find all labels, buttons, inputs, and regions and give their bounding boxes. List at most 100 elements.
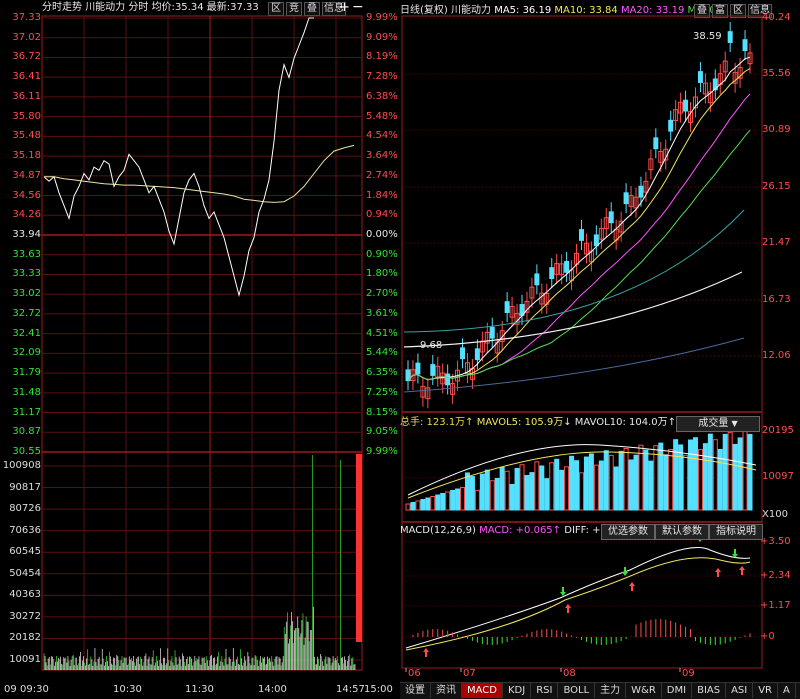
indicator-tab-bar: 设置 资讯 MACD KDJ RSI BOLL 主力 W&R DMI BIAS ASI VR A bbox=[400, 682, 800, 699]
tab-vr[interactable]: VR bbox=[753, 683, 779, 698]
tab-rsi[interactable]: RSI bbox=[531, 683, 559, 698]
daily-volume-bar bbox=[509, 483, 515, 511]
daily-volume-bar bbox=[692, 437, 698, 511]
daily-volume-bar bbox=[484, 469, 490, 511]
percent-tick-label: 7.25% bbox=[366, 386, 398, 398]
percent-tick-label: 8.19% bbox=[366, 51, 398, 63]
volume-tick-label: 80726 bbox=[9, 503, 41, 515]
candle-body bbox=[593, 234, 599, 247]
daily-volume-bar bbox=[410, 502, 416, 511]
price-tick-label: 35.48 bbox=[12, 130, 41, 142]
price-tick-label: 36.72 bbox=[12, 51, 41, 63]
daily-high-annotation: 38.59 bbox=[693, 31, 722, 42]
tab-kdj[interactable]: KDJ bbox=[503, 683, 532, 698]
macd-tick-label: +2.34 bbox=[760, 570, 791, 581]
daily-volume-tick-label: 10097 bbox=[762, 471, 794, 482]
price-tick-label: 37.33 bbox=[12, 12, 41, 23]
percent-tick-label: 9.99% bbox=[366, 446, 398, 457]
daily-volume-bar bbox=[499, 466, 505, 511]
daily-volume-bar bbox=[569, 455, 575, 511]
price-tick-label: 30.55 bbox=[12, 446, 41, 457]
daily-volume-bar bbox=[519, 464, 525, 511]
volume-select-label: 成交量 bbox=[698, 418, 729, 429]
daily-volume-bar bbox=[683, 454, 689, 511]
candle-body bbox=[623, 192, 629, 205]
default-params-button[interactable]: 默认参数 bbox=[655, 524, 709, 540]
daily-chart[interactable] bbox=[400, 0, 800, 682]
signal-arrow-icon bbox=[715, 568, 721, 572]
percent-tick-label: 9.99% bbox=[366, 12, 398, 23]
daily-volume-bar bbox=[529, 472, 535, 511]
volume-tick-label: 40363 bbox=[9, 589, 41, 601]
daily-volume-bar bbox=[613, 466, 619, 511]
percent-tick-label: 1.84% bbox=[366, 189, 398, 201]
tab-boll[interactable]: BOLL bbox=[558, 683, 596, 698]
daily-price-tick-label: 21.47 bbox=[762, 237, 791, 248]
volume-tick-label: 20182 bbox=[9, 632, 41, 644]
tab-main-force[interactable]: 主力 bbox=[595, 683, 627, 698]
daily-volume-bar bbox=[549, 462, 555, 511]
indicator-help-button[interactable]: 指标说明 bbox=[709, 524, 763, 540]
daily-volume-bar bbox=[727, 431, 733, 511]
daily-volume-bar bbox=[415, 500, 421, 511]
percent-tick-label: 0.00% bbox=[366, 229, 398, 240]
tab-macd[interactable]: MACD bbox=[462, 683, 503, 698]
tab-wr[interactable]: W&R bbox=[626, 683, 662, 698]
average-price-line bbox=[44, 144, 355, 203]
percent-tick-label: 8.15% bbox=[366, 406, 398, 418]
ma10-line bbox=[407, 68, 751, 382]
tab-asi[interactable]: ASI bbox=[726, 683, 754, 698]
candle-body bbox=[742, 39, 748, 52]
time-tick-label: 15:00 bbox=[364, 684, 393, 695]
month-tick-label: 08 bbox=[563, 668, 576, 679]
daily-volume-bar bbox=[623, 448, 629, 511]
price-tick-label: 33.63 bbox=[12, 248, 41, 260]
price-tick-label: 33.02 bbox=[12, 288, 41, 300]
volume-indicator-select[interactable]: 成交量 ▼ bbox=[676, 416, 760, 432]
percent-tick-label: 4.51% bbox=[366, 327, 398, 339]
daily-volume-bar bbox=[524, 475, 530, 511]
volume-tick-label: 50454 bbox=[9, 567, 41, 579]
month-tick-label: 07 bbox=[463, 668, 476, 679]
tab-a[interactable]: A bbox=[778, 683, 796, 698]
volume-tick-label: 60545 bbox=[9, 546, 41, 558]
daily-volume-bar bbox=[678, 444, 684, 511]
daily-volume-bar bbox=[405, 503, 411, 511]
candle-body bbox=[549, 267, 555, 280]
daily-price-tick-label: 35.56 bbox=[762, 68, 791, 79]
optimized-params-button[interactable]: 优选参数 bbox=[601, 524, 655, 540]
tab-settings[interactable]: 设置 bbox=[400, 683, 431, 698]
percent-tick-label: 0.94% bbox=[366, 209, 398, 221]
daily-volume-bar bbox=[742, 428, 748, 511]
time-tick-label: 14:00 bbox=[258, 684, 287, 695]
percent-tick-label: 7.28% bbox=[366, 71, 398, 83]
month-tick-label: 06 bbox=[408, 668, 421, 679]
tab-bias[interactable]: BIAS bbox=[692, 683, 727, 698]
daily-volume-bar bbox=[450, 490, 456, 511]
signal-arrow-icon bbox=[739, 566, 745, 570]
price-tick-label: 32.41 bbox=[12, 327, 41, 339]
tab-news[interactable]: 资讯 bbox=[431, 683, 462, 698]
daily-volume-bar bbox=[618, 450, 624, 511]
intraday-chart[interactable] bbox=[0, 0, 400, 682]
candle-body bbox=[564, 260, 570, 273]
daily-volume-bar bbox=[494, 477, 500, 511]
volume-tick-label: 30272 bbox=[9, 610, 41, 622]
percent-tick-label: 5.44% bbox=[366, 347, 398, 359]
candle-body bbox=[608, 211, 614, 224]
volume-tick-label: 10091 bbox=[9, 654, 41, 665]
candle-body bbox=[578, 229, 584, 241]
daily-volume-bar bbox=[539, 465, 545, 511]
candle-body bbox=[415, 362, 421, 375]
mavol5-label: MAVOL5: 105.9万↓ bbox=[476, 417, 572, 428]
price-tick-label: 37.02 bbox=[12, 31, 41, 43]
tab-dmi[interactable]: DMI bbox=[662, 683, 693, 698]
macd-title: MACD(12,26,9) bbox=[400, 525, 476, 536]
daily-volume-bar bbox=[588, 453, 594, 511]
macd-tick-label: +3.50 bbox=[760, 536, 791, 547]
volume-tick-label: 100908 bbox=[2, 460, 41, 471]
daily-price-tick-label: 16.73 bbox=[762, 294, 791, 305]
daily-volume-bar bbox=[455, 488, 461, 511]
daily-volume-bar bbox=[430, 496, 436, 511]
price-tick-label: 33.94 bbox=[12, 229, 41, 240]
